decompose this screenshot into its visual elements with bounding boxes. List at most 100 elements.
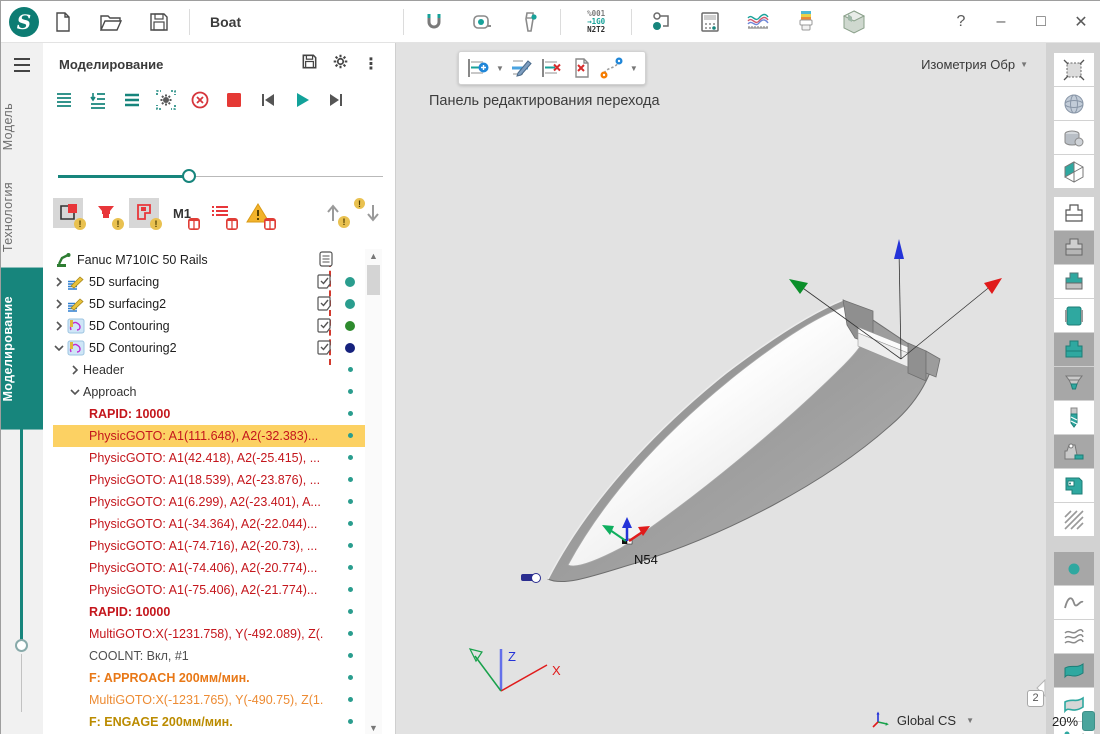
coordinate-system-selector[interactable]: Global CS ▼ <box>871 711 976 729</box>
tree-row-command[interactable]: PhysicGOTO: A1(111.648), A2(-32.383)... <box>43 425 396 447</box>
tool-warning-filter[interactable]: ! <box>91 198 121 228</box>
tree-row-command[interactable]: PhysicGOTO: A1(-74.716), A2(-20.73), ... <box>43 535 396 557</box>
toolpath-route-dropdown[interactable]: ▼ <box>628 64 640 73</box>
tree-row-label: PhysicGOTO: A1(-74.406), A2(-20.774)... <box>89 557 317 579</box>
delete-block-button[interactable] <box>568 55 596 81</box>
panel-settings-button[interactable] <box>332 53 349 75</box>
surface-flag-button[interactable] <box>1054 654 1094 687</box>
tree-row-group[interactable]: Approach <box>43 381 396 403</box>
charts-button[interactable] <box>741 5 775 39</box>
tree-row-operation[interactable]: 5D Contouring2 <box>43 337 396 359</box>
run-all-button[interactable] <box>53 89 75 111</box>
insert-command-dropdown[interactable]: ▼ <box>494 64 506 73</box>
hatch-pattern-button[interactable] <box>1054 503 1094 536</box>
tree-row-command[interactable]: PhysicGOTO: A1(6.299), A2(-23.401), A... <box>43 491 396 513</box>
tree-row-command[interactable]: RAPID: 10000 <box>43 403 396 425</box>
tree-row-group[interactable]: Header <box>43 359 396 381</box>
tree-row-command[interactable]: MultiGOTO:X(-1231.758), Y(-492.089), Z(.… <box>43 623 396 645</box>
tree-row-operation[interactable]: 5D surfacing <box>43 271 396 293</box>
operation-tree: Fanuc M710IC 50 Rails5D surfacing5D surf… <box>43 249 396 734</box>
tree-row-command[interactable]: RAPID: 10000 <box>43 601 396 623</box>
tool-steps-button[interactable] <box>1054 367 1094 400</box>
new-document-button[interactable] <box>46 5 80 39</box>
toolpath-route-button[interactable] <box>598 55 626 81</box>
machine-warning-filter[interactable]: ! <box>129 198 159 228</box>
tree-row-machine[interactable]: Fanuc M710IC 50 Rails <box>43 249 396 271</box>
drill-tool-button[interactable] <box>1054 401 1094 434</box>
panel-save-button[interactable] <box>301 53 318 75</box>
m1-stop-filter[interactable]: M1 ▮▮ <box>167 198 197 228</box>
workpiece-teal-button[interactable] <box>1054 333 1094 366</box>
help-button[interactable]: ? <box>941 5 981 39</box>
view-orientation-selector[interactable]: Изометрия Обр▼ <box>921 57 1030 72</box>
viewport-3d[interactable]: N54 Z X ▼ <box>396 43 1046 734</box>
postprocessor-button[interactable] <box>1054 469 1094 502</box>
toolpath-nodes-button[interactable] <box>645 5 679 39</box>
close-button[interactable]: ✕ <box>1061 5 1100 39</box>
workpiece-outline-button[interactable] <box>1054 197 1094 230</box>
stop-button[interactable] <box>223 89 245 111</box>
cylinder-stock-button[interactable] <box>1054 299 1094 332</box>
tree-row-command[interactable]: PhysicGOTO: A1(42.418), A2(-25.415), ... <box>43 447 396 469</box>
solid-simulation-button[interactable] <box>837 5 871 39</box>
scroll-down-icon[interactable]: ▼ <box>365 721 382 734</box>
tree-row-command[interactable]: PhysicGOTO: A1(-74.406), A2(-20.774)... <box>43 557 396 579</box>
edit-command-button[interactable] <box>508 55 536 81</box>
panel-more-button[interactable]: ⋮ <box>363 54 379 74</box>
tab-model[interactable]: Модель <box>1 87 43 166</box>
tree-row-command[interactable]: PhysicGOTO: A1(-75.406), A2(-21.774)... <box>43 579 396 601</box>
tree-row-command[interactable]: F: ENGAGE 200мм/мин. <box>43 711 396 733</box>
tree-row-command[interactable]: COOLNT: Вкл, #1 <box>43 645 396 667</box>
skip-next-button[interactable] <box>325 89 347 111</box>
save-project-button[interactable] <box>142 5 176 39</box>
workpiece-solid-button[interactable] <box>1054 231 1094 264</box>
status-dot <box>348 565 353 570</box>
tree-row-command[interactable]: MultiGOTO:X(-1231.765), Y(-490.75), Z(1.… <box>43 689 396 711</box>
multi-curves-button[interactable] <box>1054 620 1094 653</box>
cancel-button[interactable] <box>189 89 211 111</box>
shaded-cylinder-button[interactable] <box>1054 121 1094 154</box>
magnet-snap-button[interactable] <box>417 5 451 39</box>
speed-slider[interactable] <box>58 169 383 185</box>
next-warning-button[interactable]: ! <box>356 198 386 228</box>
step-into-button[interactable] <box>87 89 109 111</box>
fit-view-button[interactable] <box>1054 53 1094 86</box>
play-button[interactable] <box>291 89 313 111</box>
record-point-button[interactable] <box>1054 552 1094 585</box>
tree-row-command[interactable]: F: APPROACH 200мм/мин. <box>43 667 396 689</box>
tree-row-command[interactable]: PhysicGOTO: A1(-34.364), A2(-22.044)... <box>43 513 396 535</box>
insert-command-button[interactable] <box>464 55 492 81</box>
measure-button[interactable] <box>465 5 499 39</box>
contour-warning-filter[interactable]: ! <box>53 198 83 228</box>
single-curve-button[interactable] <box>1054 586 1094 619</box>
gcode-block-button[interactable]: %001 →1G0 N2T2 <box>574 5 618 39</box>
simulation-progress-handle[interactable] <box>15 639 28 652</box>
maximize-button[interactable]: □ <box>1021 5 1061 39</box>
tool-assembly-button[interactable] <box>789 5 823 39</box>
tree-scrollbar[interactable]: ▲ ▼ <box>365 249 382 734</box>
tree-row-command[interactable]: PhysicGOTO: A1(18.539), A2(-23.876), ... <box>43 469 396 491</box>
simulation-progress-track[interactable] <box>20 391 23 641</box>
tree-row-operation[interactable]: 5D Contouring <box>43 315 396 337</box>
warning-stop-filter[interactable]: ▮▮ <box>243 198 273 228</box>
open-project-button[interactable] <box>94 5 128 39</box>
list-stop-filter[interactable]: ▮▮ <box>205 198 235 228</box>
scroll-thumb[interactable] <box>367 265 380 295</box>
caliper-button[interactable] <box>513 5 547 39</box>
run-block-button[interactable] <box>121 89 143 111</box>
tree-row-operation[interactable]: 5D surfacing2 <box>43 293 396 315</box>
scroll-up-icon[interactable]: ▲ <box>365 249 382 263</box>
workpiece-two-tone-button[interactable] <box>1054 265 1094 298</box>
delete-command-button[interactable] <box>538 55 566 81</box>
machine-head-button[interactable] <box>1054 435 1094 468</box>
main-menu-button[interactable] <box>1 43 43 87</box>
isometric-cube-button[interactable] <box>1054 155 1094 188</box>
skip-previous-button[interactable] <box>257 89 279 111</box>
tab-technology[interactable]: Технология <box>1 166 43 268</box>
calculator-button[interactable] <box>693 5 727 39</box>
slider-handle[interactable] <box>182 169 196 183</box>
selection-run-button[interactable] <box>155 89 177 111</box>
previous-warning-button[interactable]: ! <box>318 198 348 228</box>
shaded-sphere-button[interactable] <box>1054 87 1094 120</box>
minimize-button[interactable]: – <box>981 5 1021 39</box>
